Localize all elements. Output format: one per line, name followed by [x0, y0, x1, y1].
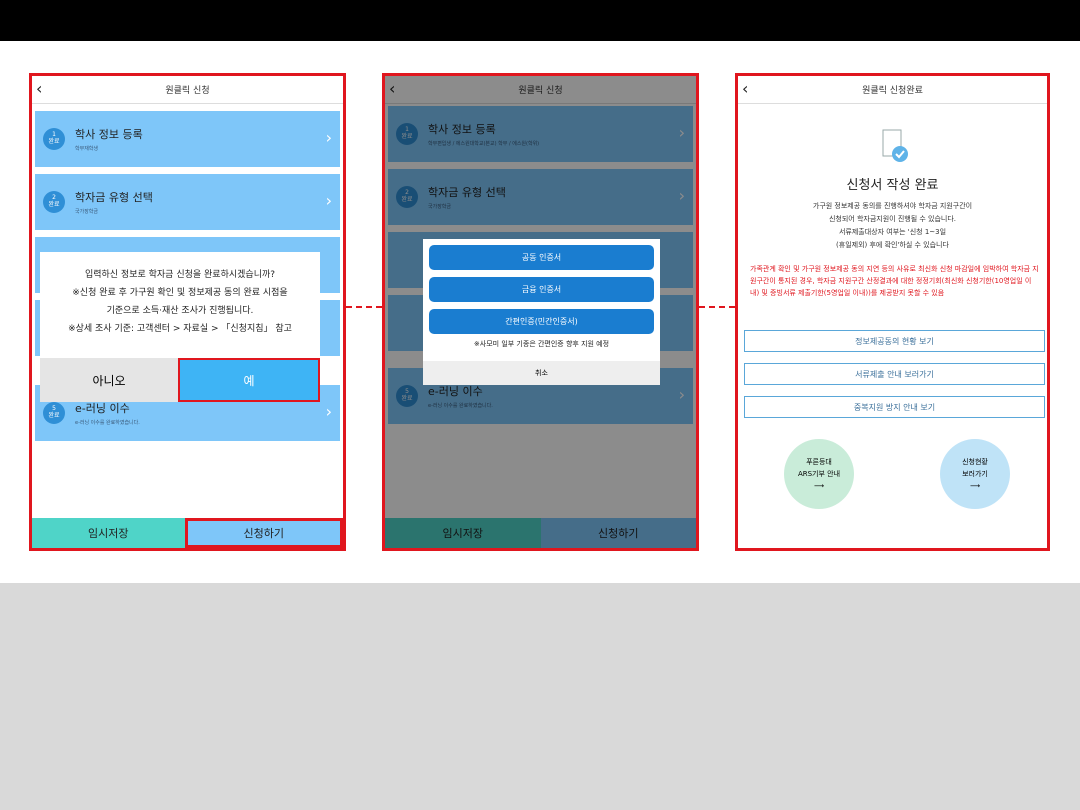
- step-title: 학사 정보 등록: [75, 128, 143, 141]
- bottom-bar: 임시저장 신청하기: [32, 518, 343, 548]
- arrow: [699, 306, 735, 318]
- warning-text: 가족관계 확인 및 가구원 정보제공 동의 지연 등의 사유로 최신화 신청 마…: [750, 265, 1039, 297]
- cancel-button[interactable]: 취소: [423, 361, 660, 385]
- info-text: 가구원 정보제공 동의를 진행하셔야 학자금 지원구간이: [812, 202, 973, 210]
- step-title: 학자금 유형 선택: [75, 191, 153, 204]
- link-button[interactable]: 중복지원 방지 안내 보기: [744, 396, 1045, 418]
- link-button[interactable]: 서류제출 안내 보러가기: [744, 363, 1045, 385]
- dialog-text: ※신청 완료 후 가구원 확인 및 정보제공 동의 완료 시점을: [72, 288, 288, 298]
- screen-auth: ‹ 원클릭 신청 1 완료 학사 정보 등록 학부편입생 / 에스원대학교(본교) 학부…: [382, 73, 699, 551]
- step-sub: e-러닝 이수를 완료하였습니다.: [75, 420, 140, 426]
- back-icon[interactable]: ‹: [36, 79, 42, 98]
- step-badge: 2 완료: [43, 191, 65, 213]
- apply-button[interactable]: 신청하기: [184, 518, 343, 548]
- status-circle[interactable]: 신청현황 보러가기 ⟶: [940, 439, 1010, 509]
- yes-button[interactable]: 예: [178, 358, 320, 402]
- auth-button[interactable]: 간편인증(민간인증서): [429, 309, 654, 334]
- top-bar: [0, 0, 1080, 41]
- back-icon[interactable]: ‹: [742, 79, 748, 98]
- arrow: [346, 306, 382, 318]
- auth-dialog: 공동 인증서 금융 인증서 간편인증(민간인증서) ※사모미 일부 기종은 간편…: [423, 239, 660, 385]
- info-text: 신청되어 학자금지원이 진행될 수 있습니다.: [828, 215, 957, 223]
- step-item[interactable]: 1 완료 학사 정보 등록학부재학생 ›: [35, 111, 340, 167]
- link-button[interactable]: 정보제공동의 현황 보기: [744, 330, 1045, 352]
- no-button[interactable]: 아니오: [40, 358, 178, 402]
- ars-circle[interactable]: 푸른등대 ARS기부 안내 ⟶: [784, 439, 854, 509]
- auth-note: ※사모미 일부 기종은 간편인증 향후 지원 예정: [473, 340, 610, 348]
- complete-title: 신청서 작성 완료: [846, 178, 939, 193]
- screen-confirm: ‹ 원클릭 신청 1 완료 학사 정보 등록학부재학생 › 2 완료 학자금 유형 선택국가…: [29, 73, 346, 551]
- save-button[interactable]: 임시저장: [32, 518, 185, 548]
- document-check-icon: [882, 129, 908, 162]
- step-badge: 5 완료: [43, 402, 65, 424]
- dialog-text: 기준으로 소득·재산 조사가 진행됩니다.: [106, 306, 254, 316]
- confirm-dialog: 입력하신 정보로 학자금 신청을 완료하시겠습니까? ※신청 완료 후 가구원 …: [40, 252, 320, 402]
- step-item[interactable]: 2 완료 학자금 유형 선택국가장학금 ›: [35, 174, 340, 230]
- header: ‹ 원클릭 신청: [32, 76, 343, 104]
- step-sub: 학부재학생: [75, 146, 99, 152]
- step-badge: 1 완료: [43, 128, 65, 150]
- chevron-right-icon: ›: [325, 191, 332, 210]
- header: ‹ 원클릭 신청완료: [738, 76, 1047, 104]
- chevron-right-icon: ›: [325, 402, 332, 421]
- info-text: 서류제출대상자 여부는 '신청 1~3일: [838, 228, 947, 236]
- screen-complete: ‹ 원클릭 신청완료 신청서 작성 완료 가구원 정보제공 동의를 진행하셔야 학…: [735, 73, 1050, 551]
- page-title: 원클릭 신청: [165, 86, 210, 96]
- page-title: 원클릭 신청완료: [862, 86, 923, 96]
- step-sub: 국가장학금: [75, 209, 99, 215]
- chevron-right-icon: ›: [325, 128, 332, 147]
- dialog-text: ※상세 조사 기준: 고객센터 > 자료실 > 「신청지침」 참고: [68, 324, 292, 334]
- step-title: e-러닝 이수: [75, 402, 130, 415]
- bottom-area: [0, 583, 1080, 810]
- dialog-text: 입력하신 정보로 학자금 신청을 완료하시겠습니까?: [84, 270, 276, 280]
- auth-button[interactable]: 금융 인증서: [429, 277, 654, 302]
- info-text: (휴일제외) 후에 확인'하실 수 있습니다: [836, 241, 949, 249]
- auth-button[interactable]: 공동 인증서: [429, 245, 654, 270]
